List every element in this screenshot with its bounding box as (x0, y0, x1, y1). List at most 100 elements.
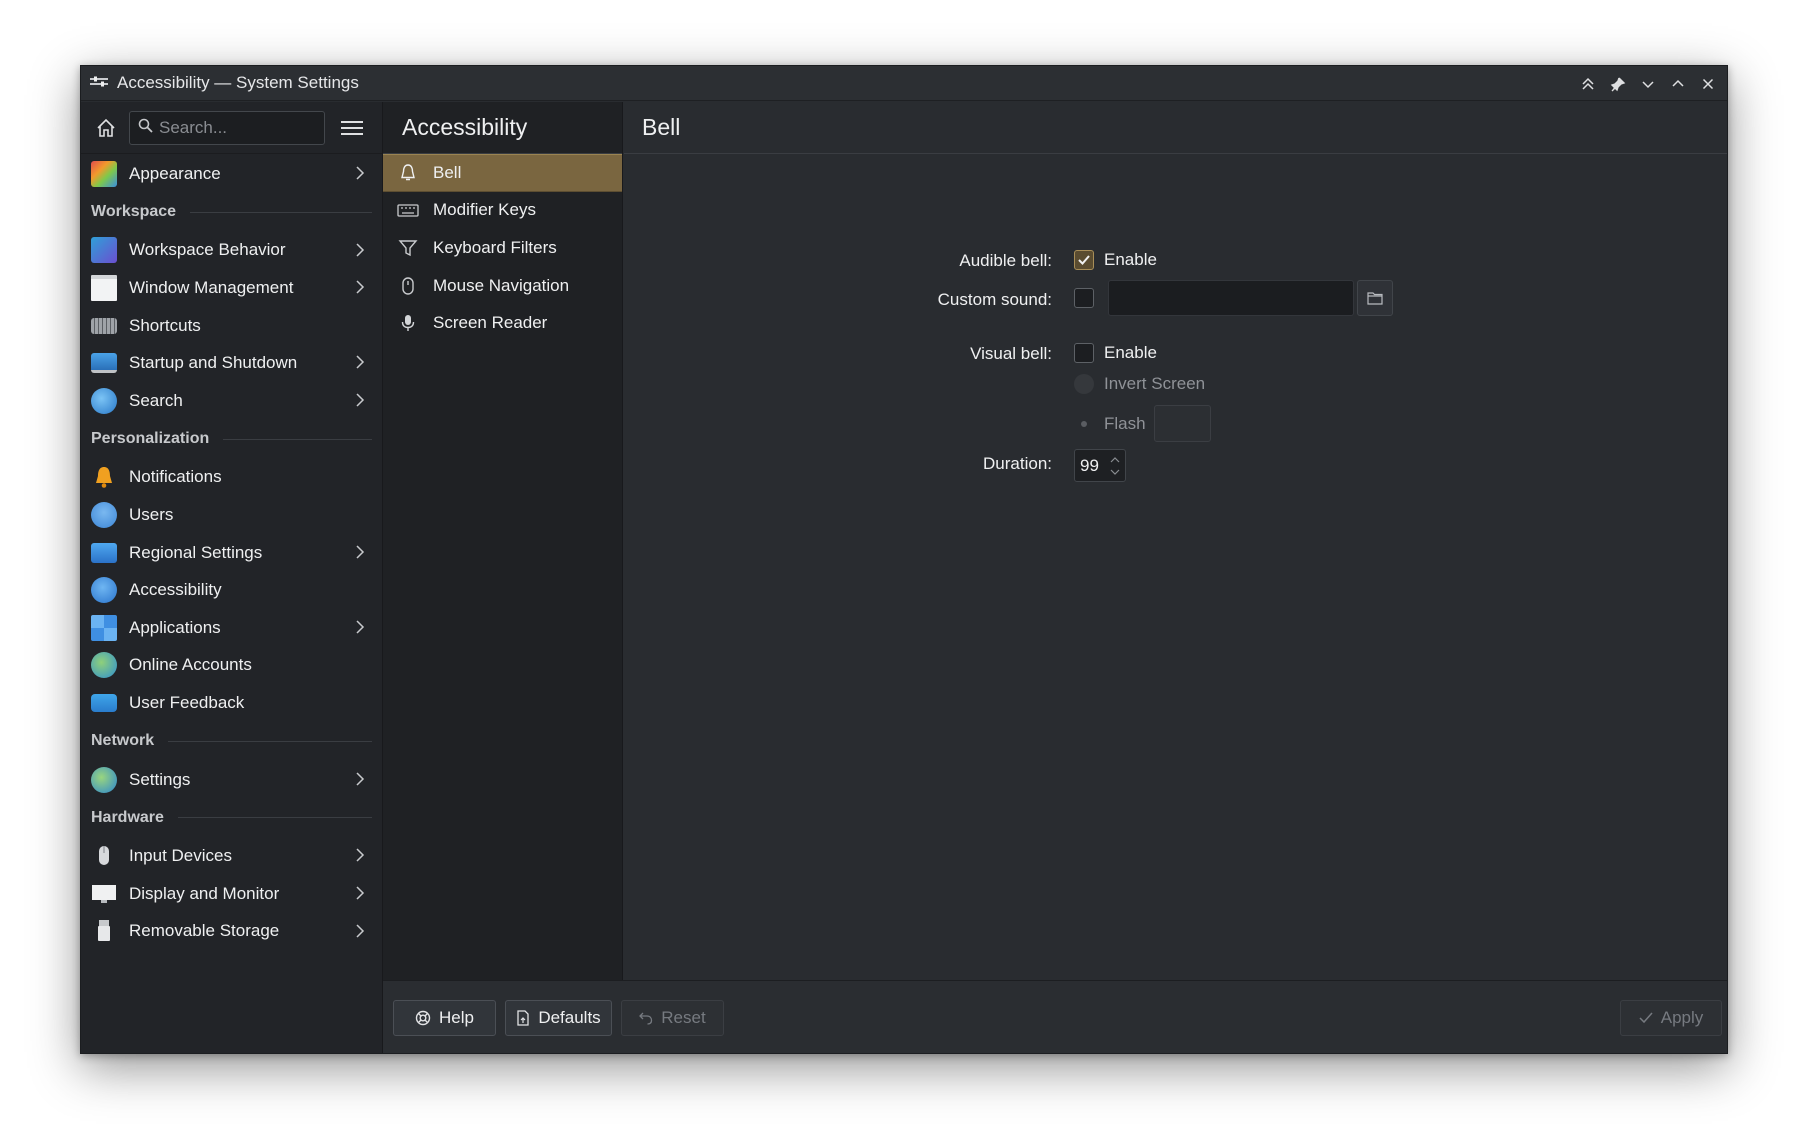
sidebar-item-regional-settings[interactable]: Regional Settings (81, 534, 382, 572)
sidebar-item-appearance[interactable]: Appearance (81, 155, 382, 193)
browse-folder-button[interactable] (1357, 280, 1393, 316)
filter-icon (397, 237, 419, 259)
subpage-item-screen-reader[interactable]: Screen Reader (383, 304, 622, 342)
minimize-icon[interactable] (1633, 69, 1663, 99)
home-icon[interactable] (93, 115, 119, 141)
accessibility-subpage-list: Accessibility Bell Modifier Keys Keyboar… (383, 102, 623, 1053)
window-title: Accessibility — System Settings (117, 73, 359, 92)
custom-sound-path-field[interactable] (1108, 280, 1354, 316)
sidebar-item-notifications[interactable]: Notifications (81, 459, 382, 497)
sidebar-item-startup-and-shutdown[interactable]: Startup and Shutdown (81, 344, 382, 382)
window-management-icon (91, 274, 117, 301)
audible-bell-enable-label[interactable]: Enable (1104, 250, 1157, 270)
sidebar-item-display-and-monitor[interactable]: Display and Monitor (81, 875, 382, 913)
search-globe-icon (91, 387, 117, 414)
sidebar-list: Appearance Workspace Workspace Behavior … (81, 154, 382, 950)
search-field[interactable] (129, 110, 325, 145)
sidebar-item-search[interactable]: Search (81, 382, 382, 420)
sidebar-item-label: Accessibility (129, 580, 222, 600)
pin-icon[interactable] (1603, 69, 1633, 99)
subpage-item-bell[interactable]: Bell (383, 154, 622, 192)
keyboard-outline-icon (397, 199, 419, 221)
flash-label[interactable]: Flash (1104, 414, 1146, 434)
sidebar-item-removable-storage[interactable]: Removable Storage (81, 913, 382, 951)
invert-screen-label[interactable]: Invert Screen (1104, 374, 1205, 394)
help-button-label: Help (439, 1008, 474, 1027)
footer-button-bar: Help Defaults Reset Apply (383, 980, 1727, 1053)
custom-sound-checkbox[interactable] (1074, 288, 1094, 308)
spin-arrows-icon[interactable] (1109, 455, 1121, 477)
visual-bell-enable-label[interactable]: Enable (1104, 343, 1157, 363)
accessibility-icon (91, 577, 117, 604)
bell-icon (91, 464, 117, 490)
hamburger-menu-icon[interactable] (339, 115, 365, 141)
invert-screen-radio[interactable] (1074, 374, 1094, 394)
sidebar-item-workspace-behavior[interactable]: Workspace Behavior (81, 232, 382, 270)
window-controls (1573, 66, 1723, 101)
sidebar-item-label: Startup and Shutdown (129, 353, 298, 373)
sidebar-item-users[interactable]: Users (81, 496, 382, 534)
apply-button[interactable]: Apply (1620, 1000, 1722, 1036)
section-heading-hardware: Hardware (81, 798, 382, 837)
feedback-icon (91, 693, 117, 712)
mouse-icon (91, 843, 117, 869)
appearance-icon (91, 160, 117, 187)
system-settings-window: Accessibility — System Settings Search..… (80, 65, 1728, 1054)
custom-sound-row (1074, 280, 1393, 316)
reset-button[interactable]: Reset (621, 1000, 724, 1036)
chevron-right-icon (356, 393, 365, 407)
duration-spinbox[interactable]: 99 (1074, 449, 1126, 482)
mouse-outline-icon (397, 275, 419, 297)
sidebar-item-applications[interactable]: Applications (81, 609, 382, 647)
sidebar-item-window-management[interactable]: Window Management (81, 269, 382, 307)
sidebar-item-online-accounts[interactable]: Online Accounts (81, 647, 382, 685)
sidebar-item-shortcuts[interactable]: Shortcuts (81, 307, 382, 345)
visual-bell-checkbox[interactable] (1074, 343, 1094, 363)
sidebar-item-label: Window Management (129, 277, 294, 297)
help-button[interactable]: Help (393, 1000, 496, 1036)
system-settings-app-icon (89, 75, 109, 91)
chevron-right-icon (356, 923, 365, 938)
maximize-icon[interactable] (1663, 69, 1693, 99)
chevron-right-icon (356, 545, 365, 559)
subpage-item-label: Screen Reader (433, 313, 548, 333)
startup-icon (91, 353, 117, 374)
applications-icon (91, 614, 117, 641)
audible-bell-checkbox[interactable] (1074, 250, 1094, 270)
apply-button-label: Apply (1660, 1008, 1704, 1027)
chevron-right-icon (356, 620, 365, 634)
pane-title: Accessibility (383, 102, 622, 154)
duration-row: 99 (1074, 449, 1126, 482)
page-title: Bell (624, 102, 1727, 154)
visual-bell-row: Enable (1074, 343, 1157, 363)
visual-bell-label: Visual bell: (970, 344, 1052, 363)
sidebar-item-label: Settings (129, 769, 191, 789)
flash-color-button[interactable] (1153, 405, 1211, 442)
flash-radio[interactable] (1074, 414, 1094, 434)
search-input[interactable] (159, 117, 319, 138)
sidebar-item-input-devices[interactable]: Input Devices (81, 837, 382, 875)
subpage-item-label: Modifier Keys (433, 200, 536, 220)
workspace-behavior-icon (91, 237, 117, 264)
sidebar-item-user-feedback[interactable]: User Feedback (81, 684, 382, 722)
chevron-right-icon (356, 243, 365, 257)
defaults-button-label: Defaults (538, 1008, 601, 1027)
subpage-item-mouse-navigation[interactable]: Mouse Navigation (383, 267, 622, 305)
regional-icon (91, 542, 117, 563)
sidebar-item-accessibility[interactable]: Accessibility (81, 571, 382, 609)
invert-screen-row: Invert Screen (1074, 374, 1205, 394)
keep-above-icon[interactable] (1573, 69, 1603, 99)
usb-icon (91, 918, 117, 944)
help-lifebuoy-icon (415, 1010, 431, 1026)
defaults-button[interactable]: Defaults (505, 1000, 612, 1036)
sidebar-header (81, 102, 382, 154)
close-icon[interactable] (1693, 69, 1723, 99)
section-heading-network: Network (81, 722, 382, 761)
sidebar-item-label: Search (129, 390, 183, 410)
subpage-item-modifier-keys[interactable]: Modifier Keys (383, 192, 622, 230)
chevron-right-icon (356, 166, 365, 180)
microphone-icon (397, 312, 419, 334)
sidebar-item-label: Online Accounts (129, 655, 252, 675)
sidebar-item-network-settings[interactable]: Settings (81, 761, 382, 799)
subpage-item-keyboard-filters[interactable]: Keyboard Filters (383, 229, 622, 267)
